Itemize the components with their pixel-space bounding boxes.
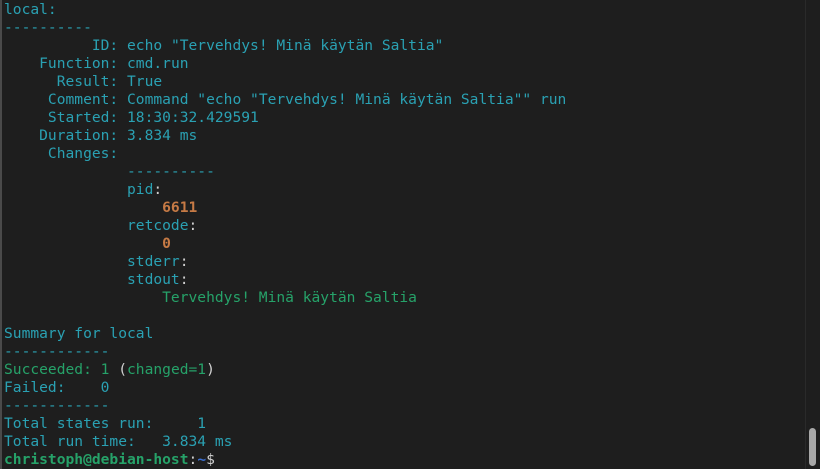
output-line-comment: Comment: Command "echo "Tervehdys! Minä … <box>4 91 566 109</box>
output-line-id: ID: echo "Tervehdys! Minä käytän Saltia" <box>4 37 443 55</box>
stderr-key: stderr <box>4 253 180 270</box>
output-line-total-states: Total states run: 1 <box>4 415 207 432</box>
started-key: Started: <box>4 109 119 126</box>
comment-value: Command "echo "Tervehdys! Minä käytän Sa… <box>118 91 567 108</box>
prompt-path: ~ <box>197 451 207 468</box>
output-line-separator: ---------- <box>4 19 92 36</box>
prompt-symbol: $ <box>206 451 215 468</box>
output-line-host: local: <box>4 1 57 18</box>
output-line-function: Function: cmd.run <box>4 55 189 73</box>
stdout-key: stdout <box>4 271 180 288</box>
output-line-stdout: stdout: <box>4 271 189 289</box>
output-line-duration: Duration: 3.834 ms <box>4 127 197 145</box>
output-line-summary-separator-2: ------------ <box>4 397 110 414</box>
output-line-retcode-value: 0 <box>4 235 171 252</box>
retcode-key: retcode <box>4 217 189 234</box>
prompt-user-host: christoph@debian-host <box>4 451 189 468</box>
output-line-changes-separator: ---------- <box>4 163 215 180</box>
output-line-pid-value: 6611 <box>4 199 198 216</box>
window-border <box>0 0 2 469</box>
succeeded-count: Succeeded: 1 <box>4 361 110 378</box>
output-line-changes: Changes: <box>4 145 119 162</box>
succeeded-paren-close: ) <box>206 361 215 378</box>
output-line-retcode: retcode: <box>4 217 197 235</box>
retcode-colon: : <box>188 217 198 234</box>
pid-key: pid <box>4 181 154 198</box>
succeeded-paren-open: ( <box>109 361 128 378</box>
pid-colon: : <box>153 181 163 198</box>
result-value: True <box>118 73 163 90</box>
output-line-pid: pid: <box>4 181 162 199</box>
duration-key: Duration: <box>4 127 119 144</box>
output-line-stdout-value: Tervehdys! Minä käytän Saltia <box>4 289 417 306</box>
terminal-output[interactable]: local: ---------- ID: echo "Tervehdys! M… <box>4 0 804 469</box>
stderr-colon: : <box>179 253 189 270</box>
id-value: echo "Tervehdys! Minä käytän Saltia" <box>118 37 444 54</box>
prompt-separator: : <box>188 451 198 468</box>
function-value: cmd.run <box>118 55 189 72</box>
output-line-summary: Summary for local <box>4 325 154 342</box>
duration-value: 3.834 ms <box>118 127 198 144</box>
output-line-summary-separator: ------------ <box>4 343 110 360</box>
terminal-window[interactable]: local: ---------- ID: echo "Tervehdys! M… <box>0 0 820 469</box>
result-key: Result: <box>4 73 119 90</box>
started-value: 18:30:32.429591 <box>118 109 259 126</box>
output-line-result: Result: True <box>4 73 162 91</box>
output-line-failed: Failed: 0 <box>4 379 110 396</box>
output-line-total-time: Total run time: 3.834 ms <box>4 433 233 450</box>
output-line-succeeded: Succeeded: 1 (changed=1) <box>4 361 215 379</box>
succeeded-changed: changed=1 <box>127 361 207 378</box>
shell-prompt[interactable]: christoph@debian-host:~$ <box>4 451 215 469</box>
stdout-colon: : <box>179 271 189 288</box>
comment-key: Comment: <box>4 91 119 108</box>
id-key: ID: <box>4 37 119 54</box>
output-line-stderr: stderr: <box>4 253 189 271</box>
output-line-started: Started: 18:30:32.429591 <box>4 109 259 127</box>
function-key: Function: <box>4 55 119 72</box>
scrollbar-thumb[interactable] <box>809 428 816 466</box>
vertical-scrollbar[interactable] <box>805 0 820 469</box>
